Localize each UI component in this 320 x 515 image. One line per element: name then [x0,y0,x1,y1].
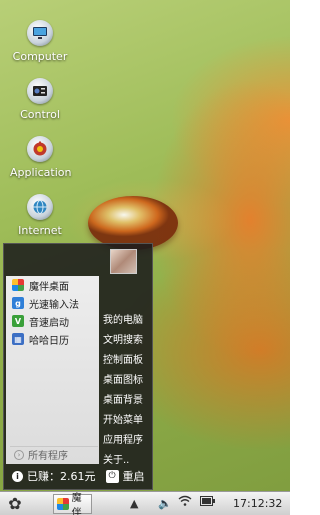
info-icon: i [12,470,23,482]
desktop-icon-computer[interactable]: Computer [10,20,70,63]
menu-item-start-menu[interactable]: 开始菜单 [101,411,151,431]
taskbar: ✿ 魔伴 ▲ 🔈 17:12:32 [0,491,290,515]
menu-item-my-computer[interactable]: 我的电脑 [101,311,151,331]
clock[interactable]: 17:12:32 [233,495,282,513]
calendar-icon: ▦ [12,333,24,345]
app-item-label: 魔伴桌面 [29,281,69,293]
start-button[interactable]: ✿ [6,495,24,513]
menu-item-desktop-background[interactable]: 桌面背景 [101,391,151,411]
app-item-label: 光速输入法 [29,299,79,311]
mobanzhuomian-icon [12,279,24,291]
restart-label: 重启 [122,470,145,483]
menu-item-desktop-icons[interactable]: 桌面图标 [101,371,151,391]
desktop-icon-label: Computer [12,50,68,63]
yinsu-launch-icon: V [12,315,24,327]
user-avatar[interactable] [110,249,137,274]
all-programs-button[interactable]: › 所有程序 [10,446,98,462]
volume-icon[interactable]: 🔈 [158,495,172,513]
battery-icon [200,495,216,513]
menu-item-control-panel[interactable]: 控制面板 [101,351,151,371]
desktop-icon-control[interactable]: Control [10,78,70,121]
input-method-icon: g [12,297,24,309]
application-icon [27,136,53,162]
pinned-apps-panel: 魔伴桌面 g 光速输入法 V 音速启动 ▦ 哈哈日历 › 所有程序 [6,276,99,464]
all-programs-label: 所有程序 [28,451,68,462]
computer-icon [27,20,53,46]
wifi-icon[interactable] [178,495,192,513]
start-menu-footer: i 已赚：2.61元 ⏻ 重启 [4,463,152,489]
app-item-label: 哈哈日历 [29,335,69,347]
restart-button[interactable]: ⏻ 重启 [105,468,145,484]
app-item-yinsu-launch[interactable]: V 音速启动 [6,312,99,330]
arrow-right-icon: › [14,449,24,460]
app-item-label: 音速启动 [29,317,69,329]
app-item-input-method[interactable]: g 光速输入法 [6,294,99,312]
desktop-icon-label: Application [10,166,72,179]
desktop-icon-label: Internet [18,224,62,237]
tray-expand-icon[interactable]: ▲ [130,495,138,513]
desktop-icon-internet[interactable]: Internet [10,194,70,237]
control-icon [27,78,53,104]
system-links: 我的电脑 文明搜索 控制面板 桌面图标 桌面背景 开始菜单 应用程序 关于.. [101,311,151,471]
power-icon: ⏻ [105,469,119,483]
menu-item-applications[interactable]: 应用程序 [101,431,151,451]
taskbar-app-moban[interactable]: 魔伴 [53,493,92,515]
water-drop-decoration [88,196,178,250]
moban-app-icon [57,498,69,510]
earned-text: 已赚：2.61元 [27,470,96,483]
internet-icon [27,194,53,220]
start-menu: 魔伴桌面 g 光速输入法 V 音速启动 ▦ 哈哈日历 › 所有程序 我的电脑 文… [3,243,153,490]
app-item-mobanzhuomian[interactable]: 魔伴桌面 [6,276,99,294]
menu-item-search[interactable]: 文明搜索 [101,331,151,351]
desktop-icon-label: Control [20,108,60,121]
desktop-icon-application[interactable]: Application [10,136,72,179]
taskbar-app-label: 魔伴 [71,493,82,515]
app-item-calendar[interactable]: ▦ 哈哈日历 [6,330,99,348]
